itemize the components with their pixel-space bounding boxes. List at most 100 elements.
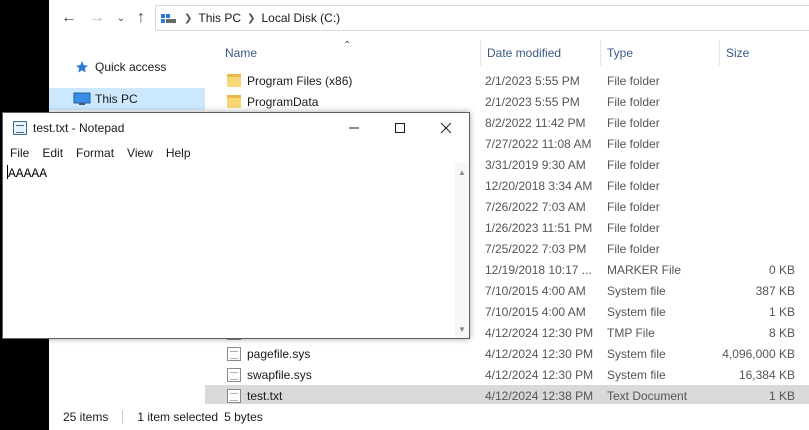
notepad-title-bar[interactable]: test.txt - Notepad [3, 113, 469, 143]
this-pc-icon [160, 11, 178, 25]
notepad-icon [13, 121, 27, 135]
file-row[interactable]: test.txt 4/12/2024 12:38 PM Text Document 1… [205, 385, 809, 404]
file-row[interactable]: ProgramData 2/1/2023 5:55 PM File folder [205, 91, 809, 112]
recent-locations-chevron-icon[interactable]: ⌄ [111, 8, 131, 28]
nav-item-this-pc[interactable]: This PC [49, 88, 205, 110]
vertical-scrollbar[interactable]: ▲ ▼ [455, 163, 469, 338]
column-size[interactable]: Size [720, 40, 809, 66]
file-type: Text Document [607, 388, 688, 403]
file-icon [227, 346, 241, 361]
menu-file[interactable]: File [3, 146, 35, 160]
folder-icon [227, 95, 241, 108]
breadcrumb-local-disk[interactable]: Local Disk (C:) [261, 11, 340, 25]
item-count: 25 items [63, 410, 109, 424]
file-type: TMP File [607, 325, 655, 340]
file-row[interactable]: pagefile.sys 4/12/2024 12:30 PM System fil… [205, 343, 809, 364]
file-size: 387 KB [755, 283, 795, 298]
star-icon [73, 59, 91, 75]
notepad-text-area[interactable]: AAAAA [3, 163, 455, 338]
breadcrumb-separator-icon: ❯ [247, 12, 256, 24]
date-modified: 4/12/2024 12:30 PM [485, 367, 594, 382]
close-icon [440, 122, 452, 134]
notepad-menu-bar: File Edit Format View Help [3, 143, 469, 163]
maximize-button[interactable] [377, 113, 423, 143]
file-size: 1 KB [768, 388, 795, 403]
file-type: File folder [607, 220, 660, 235]
file-type: File folder [607, 157, 660, 172]
breadcrumb-this-pc[interactable]: This PC [198, 11, 241, 25]
menu-view[interactable]: View [120, 146, 159, 160]
address-bar[interactable]: ❯ This PC ❯ Local Disk (C:) [155, 5, 809, 31]
file-size: 16,384 KB [738, 367, 795, 382]
file-type: MARKER File [607, 262, 682, 277]
file-name: swapfile.sys [247, 367, 312, 382]
file-name-cell: ProgramData [205, 95, 481, 109]
date-modified: 4/12/2024 12:38 PM [485, 388, 594, 403]
file-row[interactable]: swapfile.sys 4/12/2024 12:30 PM System fil… [205, 364, 809, 385]
file-type: File folder [607, 199, 660, 214]
address-toolbar: ← → ⌄ ↑ ❯ This PC ❯ Local Disk (C:) [49, 0, 809, 36]
file-name: pagefile.sys [247, 346, 311, 361]
date-modified: 2/1/2023 5:55 PM [485, 73, 580, 88]
date-modified: 1/26/2023 11:51 PM [485, 220, 593, 235]
date-modified: 12/20/2018 3:34 AM [485, 178, 593, 193]
file-type: System file [607, 367, 666, 382]
file-name-cell: Program Files (x86) [205, 74, 481, 88]
date-modified: 8/2/2022 11:42 PM [485, 115, 586, 130]
nav-item-label: This PC [95, 92, 138, 106]
date-modified: 3/31/2019 9:30 AM [485, 157, 586, 172]
file-icon [227, 367, 241, 382]
column-header: ⌃ Name Date modified Type Size [205, 40, 809, 66]
folder-icon [227, 74, 241, 87]
date-modified: 7/10/2015 4:00 AM [485, 283, 586, 298]
menu-format[interactable]: Format [69, 146, 120, 160]
date-modified: 4/12/2024 12:30 PM [485, 325, 594, 340]
file-type: File folder [607, 73, 660, 88]
file-type: File folder [607, 178, 660, 193]
file-type: File folder [607, 115, 660, 130]
file-type: System file [607, 283, 666, 298]
date-modified: 7/10/2015 4:00 AM [485, 304, 586, 319]
minimize-button[interactable] [331, 113, 377, 143]
file-type: System file [607, 304, 666, 319]
maximize-icon [395, 123, 405, 133]
file-name-cell: swapfile.sys [205, 367, 481, 382]
status-divider [122, 410, 124, 424]
selection-count: 1 item selected [137, 410, 219, 424]
up-arrow-icon[interactable]: ↑ [131, 8, 151, 28]
menu-edit[interactable]: Edit [35, 146, 69, 160]
file-type: File folder [607, 136, 660, 151]
file-size: 8 KB [768, 325, 795, 340]
notepad-window: test.txt - Notepad File Edit Format View… [2, 112, 470, 339]
scroll-up-arrow-icon[interactable]: ▲ [455, 165, 469, 179]
file-name: test.txt [247, 388, 283, 403]
breadcrumb-separator-icon: ❯ [184, 12, 193, 24]
file-type: File folder [607, 94, 660, 109]
forward-arrow-icon[interactable]: → [87, 8, 107, 28]
column-type[interactable]: Type [601, 40, 720, 66]
close-button[interactable] [423, 113, 469, 143]
nav-item-label: Quick access [95, 60, 167, 74]
date-modified: 7/26/2022 7:03 AM [485, 199, 586, 214]
file-name-cell: pagefile.sys [205, 346, 481, 361]
minimize-icon [349, 127, 359, 129]
window-title: test.txt - Notepad [33, 121, 125, 135]
sort-ascending-icon: ⌃ [343, 40, 352, 51]
column-date-modified[interactable]: Date modified [481, 40, 601, 66]
date-modified: 7/25/2022 7:03 PM [485, 241, 587, 256]
status-bar: 25 items 1 item selected 5 bytes [49, 404, 809, 430]
date-modified: 12/19/2018 10:17 ... [485, 262, 592, 277]
file-size: 0 KB [768, 262, 795, 277]
file-icon [227, 388, 241, 403]
nav-item-quick-access[interactable]: Quick access [49, 56, 205, 78]
menu-help[interactable]: Help [159, 146, 197, 160]
file-size: 4,096,000 KB [722, 346, 795, 361]
file-name: ProgramData [247, 94, 319, 109]
date-modified: 2/1/2023 5:55 PM [485, 94, 580, 109]
back-arrow-icon[interactable]: ← [59, 8, 79, 28]
computer-icon [73, 91, 91, 107]
file-type: File folder [607, 241, 660, 256]
file-row[interactable]: Program Files (x86) 2/1/2023 5:55 PM File … [205, 70, 809, 91]
file-name-cell: test.txt [205, 388, 481, 403]
scroll-down-arrow-icon[interactable]: ▼ [455, 322, 469, 336]
